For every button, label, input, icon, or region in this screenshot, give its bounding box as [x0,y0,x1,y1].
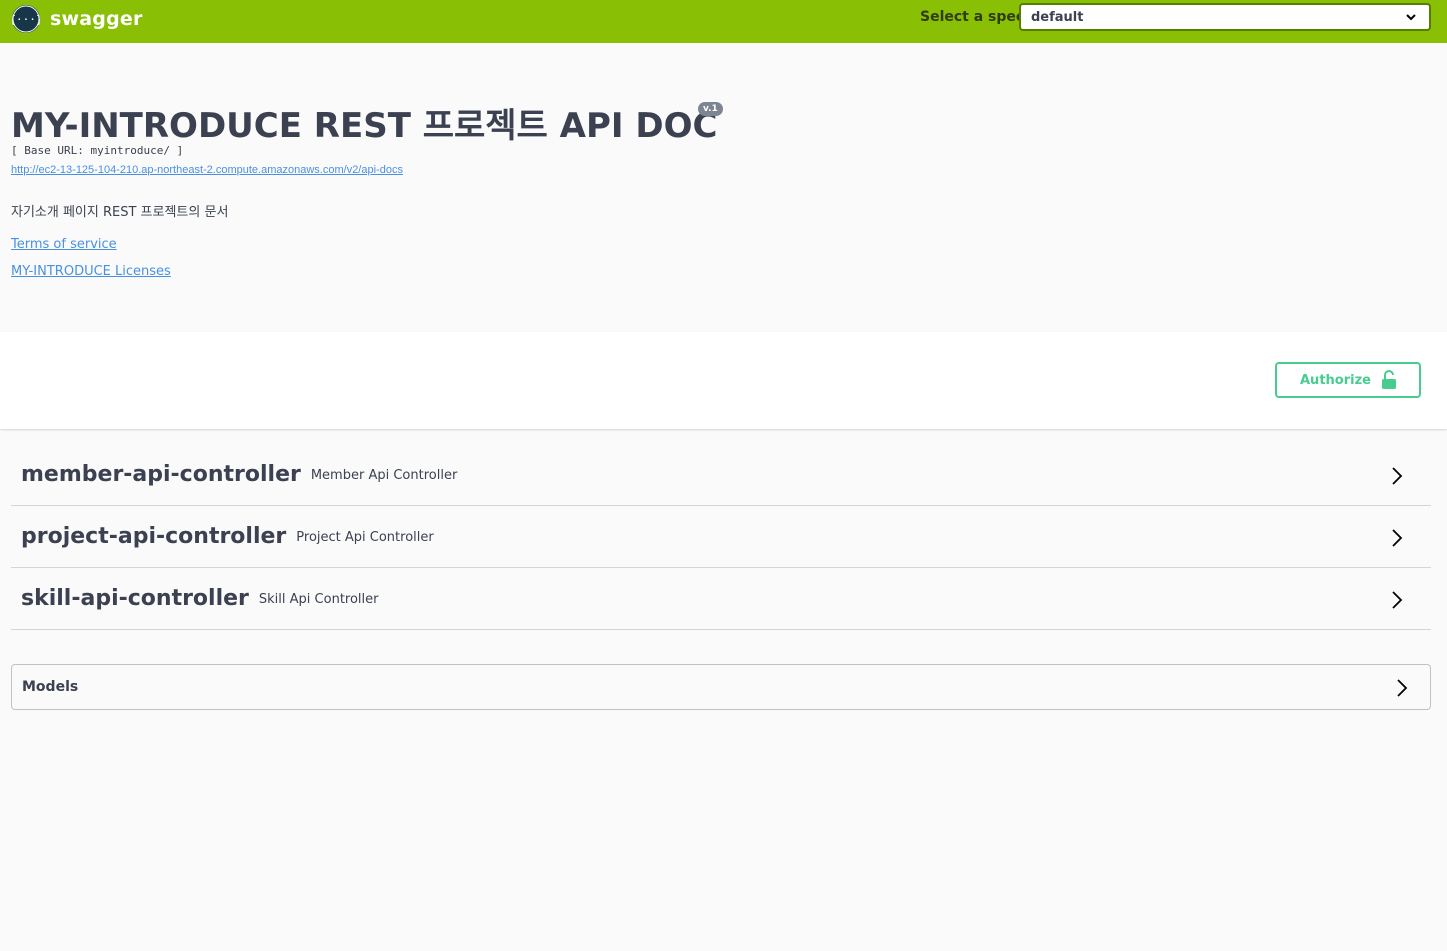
api-docs-link[interactable]: http://ec2-13-125-104-210.ap-northeast-2… [11,164,403,176]
tag-name: project-api-controller [21,524,287,549]
tag-skill-api-controller[interactable]: skill-api-controller Skill Api Controlle… [11,568,1431,630]
tag-project-api-controller[interactable]: project-api-controller Project Api Contr… [11,506,1431,568]
api-description: 자기소개 페이지 REST 프로젝트의 문서 [11,205,229,220]
authorize-button[interactable]: Authorize [1275,362,1421,398]
topbar: {···} swagger Select a spec default [0,0,1447,43]
chevron-right-icon[interactable] [1391,590,1403,614]
authorize-label: Authorize [1300,372,1371,388]
chevron-right-icon[interactable] [1396,678,1408,702]
select-spec-label: Select a spec [920,9,1025,25]
terms-of-service-link[interactable]: Terms of service [11,237,117,252]
version-badge: v.1 [698,102,723,116]
unlock-icon [1381,370,1397,394]
models-title: Models [22,679,79,695]
chevron-right-icon[interactable] [1391,466,1403,490]
scheme-container: Authorize [0,332,1447,429]
page-title: MY-INTRODUCE REST 프로젝트 API DOC [11,106,718,146]
tag-member-api-controller[interactable]: member-api-controller Member Api Control… [11,444,1431,506]
swagger-logo[interactable]: {···} swagger [12,4,143,34]
brand-name: swagger [50,8,143,30]
svg-text:{···}: {···} [12,13,40,26]
models-section[interactable]: Models [11,664,1431,710]
tag-description: Skill Api Controller [258,592,379,607]
chevron-right-icon[interactable] [1391,528,1403,552]
tag-description: Member Api Controller [310,468,458,483]
tag-description: Project Api Controller [296,530,434,545]
chevron-down-icon [1405,11,1417,26]
base-url: [ Base URL: myintroduce/ ] [11,144,184,157]
tag-name: member-api-controller [21,462,301,487]
license-link[interactable]: MY-INTRODUCE Licenses [11,264,171,279]
spec-select[interactable]: default [1019,3,1431,31]
swagger-logo-icon: {···} [12,5,40,33]
spec-select-value: default [1031,10,1084,25]
tag-name: skill-api-controller [21,586,249,611]
